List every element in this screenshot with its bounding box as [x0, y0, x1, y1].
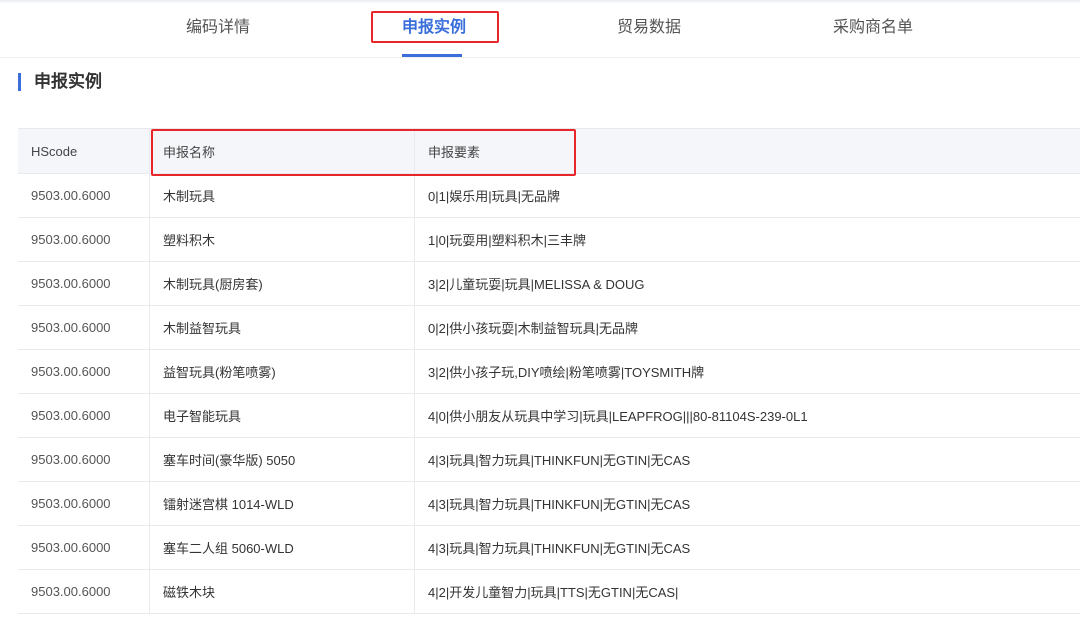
table-header-row: HScode 申报名称 申报要素 — [18, 129, 1080, 174]
cell-declaration-name: 电子智能玩具 — [150, 394, 415, 437]
tab-trade-data[interactable]: 贸易数据 — [617, 17, 681, 39]
page: 编码详情 申报实例 贸易数据 采购商名单 申报实例 HScode 申报名称 申报… — [0, 0, 1080, 620]
active-tab-indicator — [402, 54, 462, 57]
cell-declaration-name: 塞车二人组 5060-WLD — [150, 526, 415, 569]
section-accent-bar — [18, 73, 21, 91]
cell-hscode: 9503.00.6000 — [18, 350, 150, 393]
tab-buyer-list[interactable]: 采购商名单 — [833, 17, 913, 39]
table-row: 9503.00.6000 木制益智玩具 0|2|供小孩玩耍|木制益智玩具|无品牌 — [18, 306, 1080, 350]
header-declaration-elements: 申报要素 — [428, 144, 481, 160]
header-declaration-name: 申报名称 — [150, 129, 415, 173]
cell-declaration-name: 木制玩具 — [150, 174, 415, 217]
cell-declaration-name: 镭射迷宫棋 1014-WLD — [150, 482, 415, 525]
cell-hscode: 9503.00.6000 — [18, 262, 150, 305]
tab-bar: 编码详情 申报实例 贸易数据 采购商名单 — [0, 0, 1080, 58]
cell-declaration-elements: 0|1|娱乐用|玩具|无品牌 — [428, 189, 560, 204]
cell-hscode: 9503.00.6000 — [18, 570, 150, 613]
table-row: 9503.00.6000 益智玩具(粉笔喷雾) 3|2|供小孩子玩,DIY喷绘|粉笔… — [18, 350, 1080, 394]
cell-hscode: 9503.00.6000 — [18, 526, 150, 569]
cell-declaration-elements: 4|3|玩具|智力玩具|THINKFUN|无GTIN|无CAS — [428, 453, 691, 468]
tab-declaration-examples[interactable]: 申报实例 — [402, 17, 466, 39]
table-row: 9503.00.6000 镭射迷宫棋 1014-WLD 4|3|玩具|智力玩具|TH… — [18, 482, 1080, 526]
cell-declaration-elements: 3|2|供小孩子玩,DIY喷绘|粉笔喷雾|TOYSMITH牌 — [428, 365, 705, 380]
table-row: 9503.00.6000 木制玩具(厨房套) 3|2|儿童玩耍|玩具|MELISSA… — [18, 262, 1080, 306]
table-row: 9503.00.6000 塞车时间(豪华版) 5050 4|3|玩具|智力玩具|TH… — [18, 438, 1080, 482]
cell-declaration-elements: 4|3|玩具|智力玩具|THINKFUN|无GTIN|无CAS — [428, 541, 691, 556]
table-row: 9503.00.6000 电子智能玩具 4|0|供小朋友从玩具中学习|玩具|LEAP… — [18, 394, 1080, 438]
cell-declaration-name: 磁铁木块 — [150, 570, 415, 613]
cell-declaration-name: 木制益智玩具 — [150, 306, 415, 349]
cell-hscode: 9503.00.6000 — [18, 174, 150, 217]
cell-declaration-name: 塞车时间(豪华版) 5050 — [150, 438, 415, 481]
cell-hscode: 9503.00.6000 — [18, 394, 150, 437]
table-body: 9503.00.6000 木制玩具 0|1|娱乐用|玩具|无品牌 9503.00.60… — [18, 174, 1080, 614]
cell-hscode: 9503.00.6000 — [18, 438, 150, 481]
cell-declaration-name: 益智玩具(粉笔喷雾) — [150, 350, 415, 393]
cell-hscode: 9503.00.6000 — [18, 306, 150, 349]
section-title: 申报实例 — [34, 72, 102, 91]
cell-hscode: 9503.00.6000 — [18, 218, 150, 261]
cell-declaration-elements: 0|2|供小孩玩耍|木制益智玩具|无品牌 — [428, 321, 638, 336]
cell-hscode: 9503.00.6000 — [18, 482, 150, 525]
table-row: 9503.00.6000 木制玩具 0|1|娱乐用|玩具|无品牌 — [18, 174, 1080, 218]
cell-declaration-name: 木制玩具(厨房套) — [150, 262, 415, 305]
cell-declaration-elements: 4|0|供小朋友从玩具中学习|玩具|LEAPFROG|||80-81104S-2… — [428, 409, 808, 424]
table-row: 9503.00.6000 塞车二人组 5060-WLD 4|3|玩具|智力玩具|TH… — [18, 526, 1080, 570]
header-hscode: HScode — [18, 129, 150, 173]
table-row: 9503.00.6000 磁铁木块 4|2|开发儿童智力|玩具|TTS|无GTIN|… — [18, 570, 1080, 614]
declaration-table: HScode 申报名称 申报要素 9503.00.6000 木制玩具 0|1|娱乐用… — [18, 128, 1080, 614]
cell-declaration-elements: 3|2|儿童玩耍|玩具|MELISSA & DOUG — [428, 277, 645, 292]
table-row: 9503.00.6000 塑料积木 1|0|玩耍用|塑料积木|三丰牌 — [18, 218, 1080, 262]
cell-declaration-elements: 1|0|玩耍用|塑料积木|三丰牌 — [428, 233, 586, 248]
cell-declaration-elements: 4|2|开发儿童智力|玩具|TTS|无GTIN|无CAS| — [428, 585, 679, 600]
tab-code-details[interactable]: 编码详情 — [186, 17, 250, 39]
cell-declaration-name: 塑料积木 — [150, 218, 415, 261]
cell-declaration-elements: 4|3|玩具|智力玩具|THINKFUN|无GTIN|无CAS — [428, 497, 691, 512]
